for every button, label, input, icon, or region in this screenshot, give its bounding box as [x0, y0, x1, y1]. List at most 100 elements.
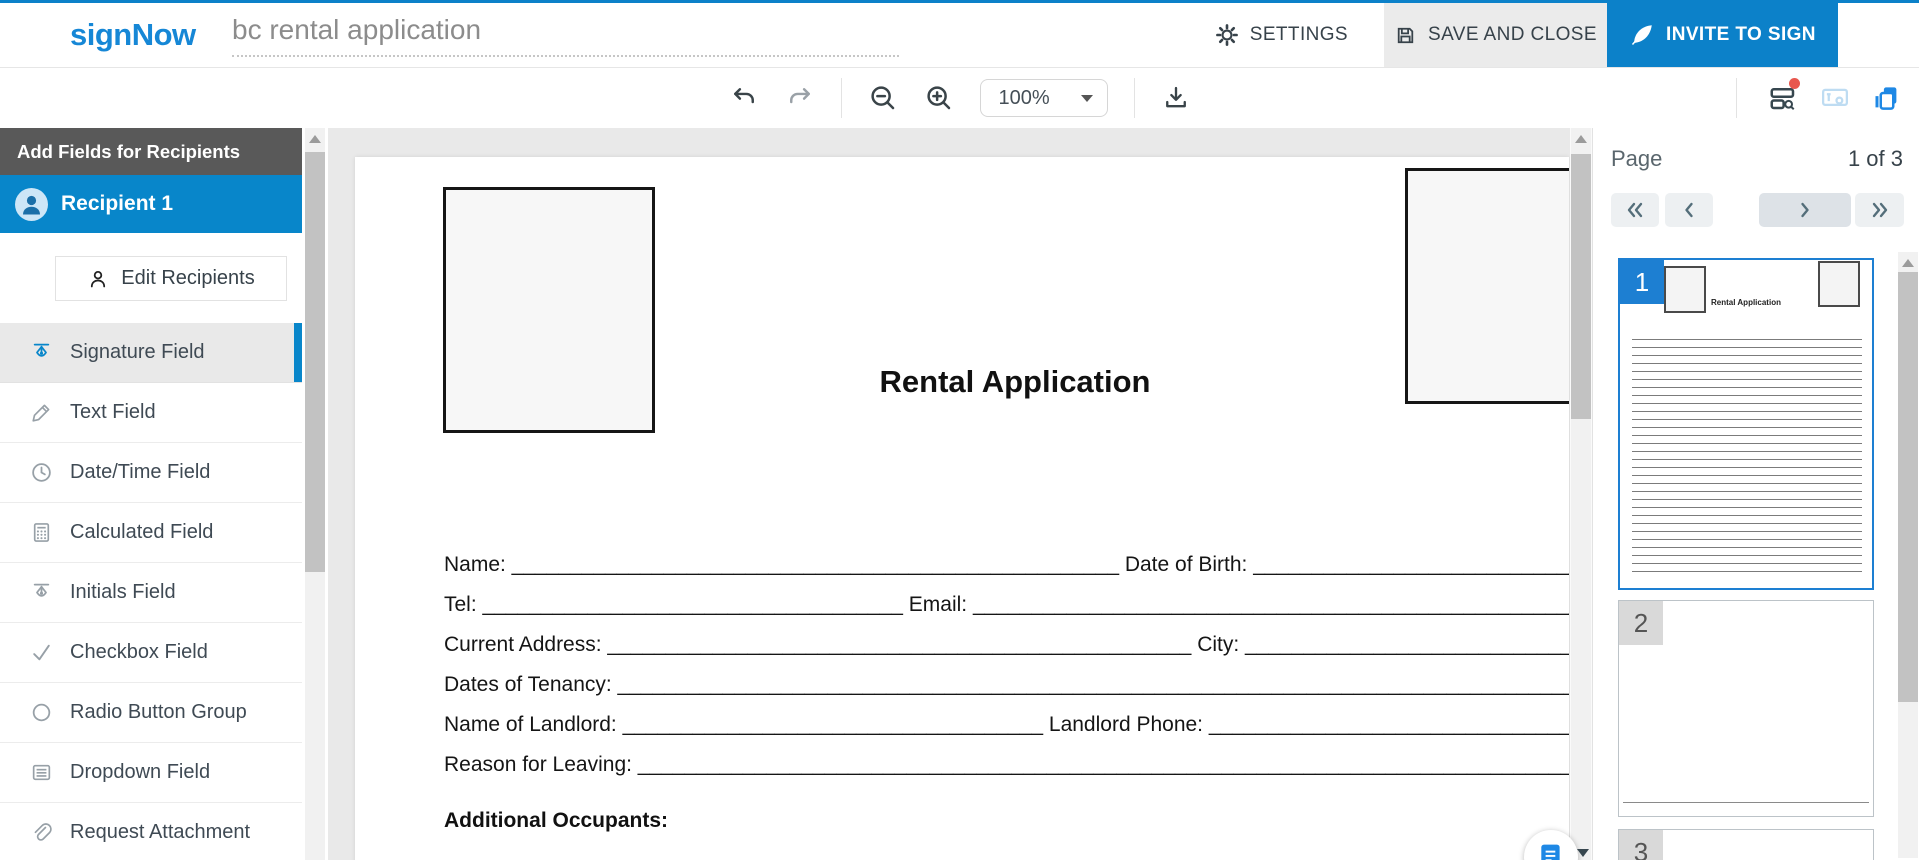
recipient-name: Recipient 1 [61, 192, 173, 216]
zoom-level-value: 100% [999, 87, 1050, 110]
viewer-scrollbar [1570, 128, 1592, 860]
toolbar-right-group [1736, 68, 1919, 128]
zoom-out-icon[interactable] [868, 83, 898, 113]
duplicate-pages-icon[interactable] [1871, 82, 1903, 114]
page-thumbnail-2[interactable]: 2 [1618, 600, 1874, 817]
field-item-label: Signature Field [70, 341, 205, 364]
scroll-up-button[interactable] [1571, 128, 1591, 150]
viewer-scrollbar-thumb[interactable] [1571, 154, 1591, 419]
page-thumbnail-3[interactable]: 3 [1618, 829, 1874, 860]
document-viewer: Rental Application Name: _______________… [328, 128, 1570, 860]
download-icon[interactable] [1161, 83, 1191, 113]
chevrons-left-icon [1624, 200, 1646, 220]
field-item-label: Initials Field [70, 581, 176, 604]
form-line: Name of Landlord: ______________________… [444, 705, 1569, 745]
viewer-scrollbar-track[interactable] [1571, 128, 1591, 860]
sidebar-panel-title: Add Fields for Recipients [0, 128, 302, 175]
sidebar-item-checkbox-field[interactable]: Checkbox Field [0, 623, 302, 683]
previous-page-button[interactable] [1665, 193, 1713, 227]
document-form: Name: __________________________________… [444, 545, 1569, 785]
radio-circle-icon [29, 701, 53, 725]
toolbar-separator [1134, 78, 1135, 118]
field-item-label: Request Attachment [70, 821, 250, 844]
calculator-icon [29, 521, 53, 545]
field-item-label: Radio Button Group [70, 701, 247, 724]
page-number-badge: 3 [1619, 830, 1663, 860]
last-page-button[interactable] [1855, 193, 1904, 227]
toolbar-center-group: 100% [729, 68, 1191, 128]
pages-panel: Page 1 of 3 [1592, 128, 1919, 860]
main-content: Add Fields for Recipients Recipient 1 [0, 128, 1919, 860]
triangle-up-icon [309, 135, 321, 143]
page-position: 1 of 3 [1848, 146, 1903, 172]
sidebar-item-initials-field[interactable]: Initials Field [0, 563, 302, 623]
document-chat-icon [1538, 843, 1564, 860]
signnow-logo: signNow [0, 3, 232, 67]
thumbnail-content-line [1623, 802, 1869, 803]
form-line: Reason for Leaving: ____________________… [444, 745, 1569, 785]
field-item-label: Checkbox Field [70, 641, 208, 664]
fields-sidebar-wrap: Add Fields for Recipients Recipient 1 [0, 128, 328, 860]
checkmark-icon [29, 641, 53, 665]
toolbar-separator [1736, 78, 1737, 118]
invite-to-sign-label: INVITE TO SIGN [1666, 24, 1816, 46]
pencil-icon [29, 401, 53, 425]
field-item-label: Date/Time Field [70, 461, 210, 484]
sidebar-item-calculated-field[interactable]: Calculated Field [0, 503, 302, 563]
scroll-up-button[interactable] [305, 128, 325, 150]
edit-recipients-button[interactable]: Edit Recipients [55, 256, 287, 301]
field-type-list: Signature Field Text Field [0, 323, 302, 860]
document-page[interactable]: Rental Application Name: _______________… [355, 157, 1569, 860]
page-number-badge: 1 [1620, 260, 1664, 304]
field-item-label: Text Field [70, 401, 156, 424]
settings-button[interactable]: SETTINGS [1203, 3, 1360, 67]
pen-nib-icon [29, 341, 53, 365]
recipient-selector[interactable]: Recipient 1 [0, 175, 302, 233]
settings-label: SETTINGS [1250, 24, 1348, 46]
scroll-up-button[interactable] [1898, 252, 1918, 274]
redo-icon[interactable] [785, 83, 815, 113]
manage-fields-icon[interactable] [1767, 82, 1799, 114]
document-heading: Rental Application [355, 364, 1569, 400]
first-page-button[interactable] [1611, 193, 1659, 227]
pen-nib-icon [29, 581, 53, 605]
pages-panel-header: Page 1 of 3 [1611, 146, 1903, 172]
form-line: Dates of Tenancy: ______________________… [444, 665, 1569, 705]
undo-icon[interactable] [729, 83, 759, 113]
sidebar-scrollbar-thumb[interactable] [305, 152, 325, 572]
document-title-input[interactable]: bc rental application [232, 14, 899, 57]
sidebar-scrollbar-track[interactable] [305, 128, 325, 860]
sidebar-item-dropdown-field[interactable]: Dropdown Field [0, 743, 302, 803]
invite-to-sign-button[interactable]: INVITE TO SIGN [1607, 3, 1838, 67]
sidebar-item-request-attachment[interactable]: Request Attachment [0, 803, 302, 860]
floppy-disk-icon [1394, 24, 1417, 47]
text-settings-icon [1819, 82, 1851, 114]
sidebar-item-text-field[interactable]: Text Field [0, 383, 302, 443]
gear-icon [1215, 23, 1239, 47]
panel-scrollbar[interactable] [1898, 252, 1918, 858]
next-page-button[interactable] [1759, 193, 1851, 227]
sidebar-item-radio-button-group[interactable]: Radio Button Group [0, 683, 302, 743]
thumbnail-text-lines [1632, 332, 1862, 576]
header-right-pad [1838, 3, 1919, 67]
sidebar-item-date-time-field[interactable]: Date/Time Field [0, 443, 302, 503]
chevron-left-icon [1681, 200, 1697, 220]
chat-caret-icon[interactable] [1577, 849, 1589, 857]
zoom-in-icon[interactable] [924, 83, 954, 113]
toolbar-separator [841, 78, 842, 118]
sidebar-item-signature-field[interactable]: Signature Field [0, 323, 302, 383]
page-thumbnail-1[interactable]: 1 Rental Application [1618, 258, 1874, 590]
panel-scrollbar-thumb[interactable] [1898, 272, 1918, 702]
paperclip-icon [29, 821, 53, 845]
save-and-close-button[interactable]: SAVE AND CLOSE [1384, 3, 1607, 67]
signnow-editor-window: signNow bc rental application SETTINGS [0, 0, 1919, 860]
app-header: signNow bc rental application SETTINGS [0, 0, 1919, 68]
zoom-level-select[interactable]: 100% [980, 79, 1108, 117]
edit-recipients-label: Edit Recipients [121, 267, 254, 290]
field-item-label: Calculated Field [70, 521, 213, 544]
form-line: Current Address: _______________________… [444, 625, 1569, 665]
sidebar-scrollbar [302, 128, 328, 860]
save-and-close-label: SAVE AND CLOSE [1428, 24, 1597, 46]
recipient-avatar [15, 188, 48, 221]
form-line: Name: __________________________________… [444, 545, 1569, 585]
